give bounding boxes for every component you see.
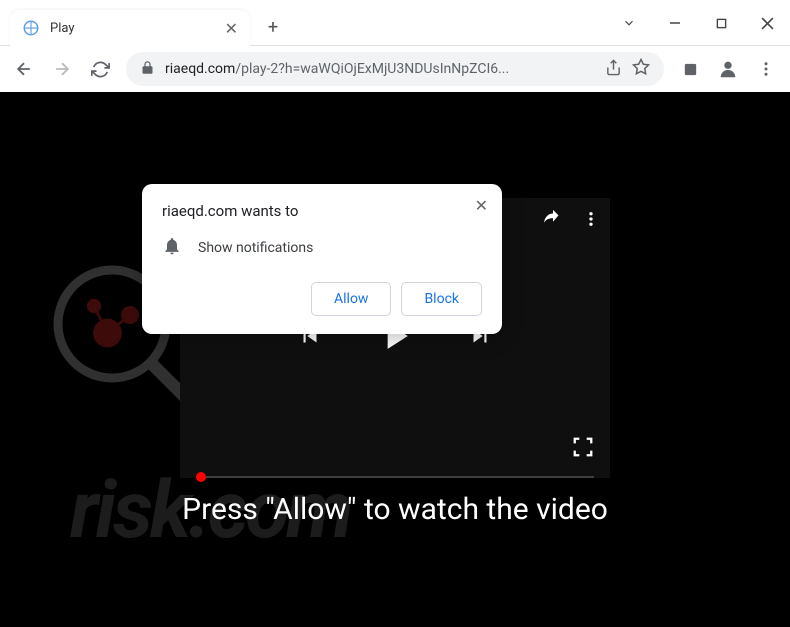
url-text: riaeqd.com/play-2?h=waWQiOjExMjU3NDUsInN… [165,61,509,77]
lock-icon [140,60,155,79]
star-icon[interactable] [632,58,650,80]
player-menu-icon[interactable] [582,210,600,232]
browser-tab[interactable]: Play ✕ [10,10,250,46]
extensions-icon[interactable] [672,51,708,87]
back-button[interactable] [6,51,42,87]
instruction-text: Press "Allow" to watch the video [0,492,790,527]
page-content: risk.com Press "Allow" to watch the vide… [0,92,790,627]
bell-icon [162,236,182,260]
caret-down-icon[interactable] [606,0,652,46]
reload-button[interactable] [82,51,118,87]
tab-favicon [22,19,40,37]
popup-title: riaeqd.com wants to [162,202,482,220]
tab-title: Play [50,21,225,36]
popup-close-button[interactable]: ✕ [475,196,488,215]
menu-icon[interactable] [748,51,784,87]
video-progress-bar[interactable] [196,476,594,478]
cast-share-icon[interactable] [542,208,564,234]
forward-button[interactable] [44,51,80,87]
profile-icon[interactable] [710,51,746,87]
address-bar[interactable]: riaeqd.com/play-2?h=waWQiOjExMjU3NDUsInN… [126,52,664,86]
allow-button[interactable]: Allow [311,282,391,316]
share-icon[interactable] [605,59,622,80]
fullscreen-icon[interactable] [572,436,594,462]
maximize-button[interactable] [698,0,744,46]
minimize-button[interactable] [652,0,698,46]
permission-text: Show notifications [198,240,313,256]
new-tab-button[interactable]: + [258,12,288,42]
progress-handle[interactable] [196,472,206,482]
close-window-button[interactable] [744,0,790,46]
notification-permission-popup: ✕ riaeqd.com wants to Show notifications… [142,184,502,334]
tab-close-button[interactable]: ✕ [225,19,238,38]
block-button[interactable]: Block [401,282,482,316]
